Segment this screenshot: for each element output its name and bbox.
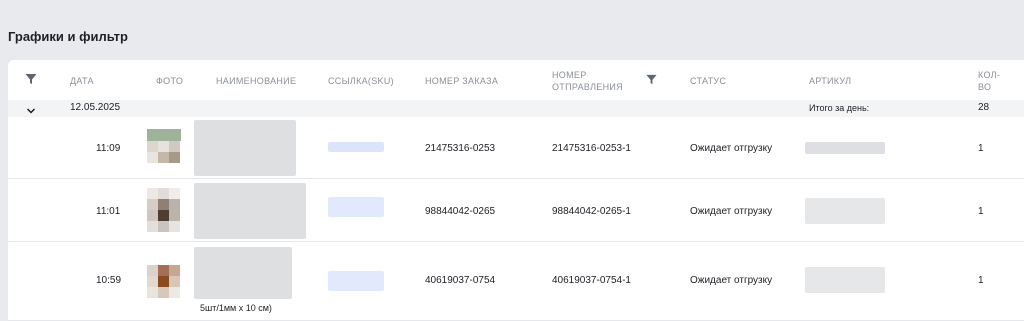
column-header-link[interactable]: ССЫЛКА(SKU) xyxy=(328,76,394,86)
order-number: 21475316-0253 xyxy=(425,143,496,154)
column-header-name[interactable]: НАИМЕНОВАНИЕ xyxy=(216,76,296,86)
product-name xyxy=(194,183,306,239)
product-photo[interactable] xyxy=(147,129,181,179)
status-text: Ожидает отгрузку xyxy=(690,275,773,286)
shipment-number: 40619037-0754-1 xyxy=(552,275,631,286)
table-row[interactable]: 11:09 21475316-0253 21475316-0253-1 Ожид… xyxy=(8,117,1024,179)
column-header-qty-line2[interactable]: ВО xyxy=(978,82,991,92)
qty-value: 1 xyxy=(978,275,984,286)
row-time: 10:59 xyxy=(96,275,122,286)
column-header-article[interactable]: АРТИКУЛ xyxy=(809,76,851,86)
group-total-label: Итого за день: xyxy=(809,103,870,113)
table-row[interactable]: 11:01 98844042-0265 98844042-0265-1 Ожид… xyxy=(8,180,1024,242)
article-value xyxy=(805,267,885,293)
product-name xyxy=(194,120,296,176)
group-total-value: 28 xyxy=(978,102,990,113)
column-header-photo[interactable]: ФОТО xyxy=(156,76,183,86)
column-header-status[interactable]: СТАТУС xyxy=(690,76,726,86)
column-header-shipment-line1[interactable]: НОМЕР xyxy=(552,70,587,80)
table-row[interactable]: 10:59 5шт/1мм x 10 см) 40619037-0754 406… xyxy=(8,243,1024,321)
chevron-down-icon[interactable] xyxy=(26,103,36,114)
sku-link[interactable] xyxy=(328,271,384,291)
sku-link[interactable] xyxy=(328,197,384,217)
status-text: Ожидает отгрузку xyxy=(690,206,773,217)
article-value xyxy=(805,198,885,224)
column-header-date[interactable]: ДАТА xyxy=(70,76,94,86)
product-photo[interactable] xyxy=(147,265,181,315)
product-photo[interactable] xyxy=(147,188,181,238)
product-name-caption: 5шт/1мм x 10 см) xyxy=(200,303,272,313)
filter-funnel-icon[interactable] xyxy=(25,73,37,85)
column-header-qty-line1[interactable]: КОЛ- xyxy=(978,70,1000,80)
row-time: 11:01 xyxy=(96,206,121,217)
qty-value: 1 xyxy=(978,206,984,217)
order-number: 98844042-0265 xyxy=(425,206,496,217)
column-header-order[interactable]: НОМЕР ЗАКАЗА xyxy=(425,76,498,86)
product-name xyxy=(194,247,292,299)
sku-link[interactable] xyxy=(328,142,384,152)
shipment-number: 21475316-0253-1 xyxy=(552,143,631,154)
column-header-shipment-line2[interactable]: ОТПРАВЛЕНИЯ xyxy=(552,82,623,92)
shipment-number: 98844042-0265-1 xyxy=(552,206,631,217)
table-header: ДАТА ФОТО НАИМЕНОВАНИЕ ССЫЛКА(SKU) НОМЕР… xyxy=(8,60,1024,100)
article-value xyxy=(805,142,885,154)
orders-table: ДАТА ФОТО НАИМЕНОВАНИЕ ССЫЛКА(SKU) НОМЕР… xyxy=(8,60,1024,321)
row-time: 11:09 xyxy=(96,143,121,154)
qty-value: 1 xyxy=(978,143,984,154)
group-date: 12.05.2025 xyxy=(70,102,121,113)
status-text: Ожидает отгрузку xyxy=(690,143,773,154)
group-row[interactable]: 12.05.2025 Итого за день: 28 xyxy=(8,100,1024,117)
page-title: Графики и фильтр xyxy=(8,29,128,44)
order-number: 40619037-0754 xyxy=(425,275,496,286)
filter-funnel-icon[interactable] xyxy=(646,74,658,86)
